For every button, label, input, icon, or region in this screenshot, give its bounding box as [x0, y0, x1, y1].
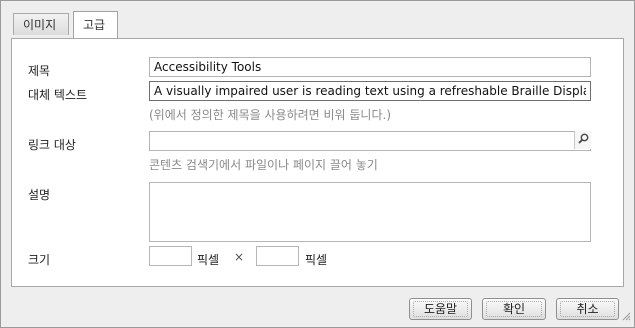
size-label: 크기 [28, 253, 51, 267]
times-sign: × [234, 250, 245, 264]
link-target-field[interactable] [149, 131, 591, 151]
resize-grip-icon[interactable] [622, 310, 631, 324]
cancel-button-label: 취소 [560, 301, 615, 317]
tab-image[interactable]: 이미지 [13, 13, 69, 35]
alt-text-field[interactable] [149, 81, 591, 101]
description-label: 설명 [28, 188, 51, 202]
advanced-panel: 제목 대체 텍스트 (위에서 정의한 제목을 사용하려면 비워 둡니다.) 링크… [11, 38, 624, 287]
link-target-hint: 콘텐츠 검색기에서 파일이나 페이지 끌어 놓기 [149, 158, 378, 172]
dialog-footer: 도움말 확인 취소 [1, 291, 634, 327]
tab-bar: 이미지 고급 [9, 8, 625, 38]
width-field[interactable] [149, 246, 192, 266]
description-field[interactable] [149, 182, 591, 242]
height-unit: 픽셀 [305, 253, 328, 267]
height-field[interactable] [256, 246, 299, 266]
tab-advanced[interactable]: 고급 [73, 11, 118, 38]
title-field[interactable] [149, 57, 591, 77]
link-search-button[interactable] [574, 131, 591, 149]
title-label: 제목 [28, 64, 51, 78]
alt-text-label: 대체 텍스트 [28, 88, 88, 102]
ok-button-label: 확인 [486, 301, 542, 317]
search-icon [577, 133, 589, 147]
cancel-button[interactable]: 취소 [556, 298, 619, 320]
link-target-label: 링크 대상 [28, 138, 76, 152]
help-button[interactable]: 도움말 [409, 298, 472, 320]
image-properties-dialog: 이미지 고급 제목 대체 텍스트 (위에서 정의한 제목을 사용하려면 비워 둡… [0, 0, 635, 328]
ok-button[interactable]: 확인 [482, 298, 546, 320]
help-button-label: 도움말 [413, 301, 468, 317]
width-unit: 픽셀 [197, 253, 220, 267]
alt-text-hint: (위에서 정의한 제목을 사용하려면 비워 둡니다.) [149, 108, 392, 122]
